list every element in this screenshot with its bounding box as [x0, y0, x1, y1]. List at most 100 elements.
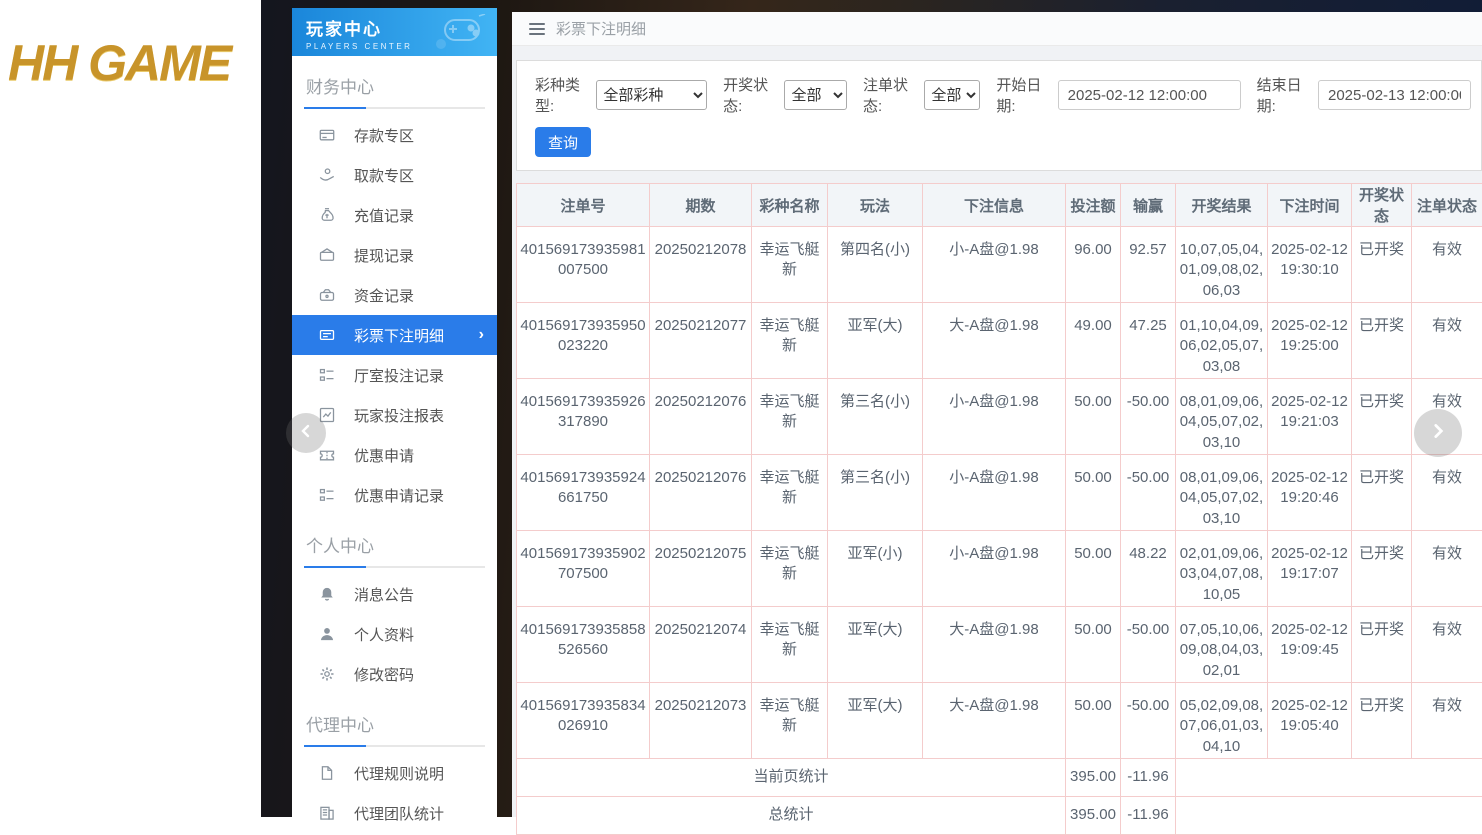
- sidebar-item-withdraw-hand[interactable]: 取款专区: [292, 155, 497, 195]
- content: 彩种类型: 全部彩种 开奖状态: 全部 注单状态: 全部 开始日期: 结束日期:: [512, 46, 1482, 835]
- sidebar-item-doc[interactable]: 代理规则说明: [292, 753, 497, 793]
- sidebar-item-withdrawal-record[interactable]: 提现记录: [292, 235, 497, 275]
- table-row: 40156917393583402691020250212073幸运飞艇新亚军(…: [517, 683, 1482, 759]
- sidebar-item-promo-record[interactable]: 优惠申请记录: [292, 475, 497, 515]
- table-row: 40156917393598100750020250212078幸运飞艇新第四名…: [517, 227, 1482, 303]
- sidebar-item-label: 彩票下注明细: [354, 325, 444, 346]
- cell-lottery-name: 幸运飞艇新: [752, 227, 828, 303]
- bell-icon: [319, 586, 335, 602]
- cell-draw-status: 已开奖: [1352, 379, 1412, 455]
- sidebar-item-lottery-bets[interactable]: 彩票下注明细›: [292, 315, 497, 355]
- recharge-moneybag-icon: [319, 207, 335, 223]
- cell-bet-info: 大-A盘@1.98: [923, 303, 1066, 379]
- main-area: 彩票下注明细 彩种类型: 全部彩种 开奖状态: 全部 注单状态: 全部: [512, 12, 1482, 817]
- hh-game-logo: HH GAME: [8, 34, 230, 92]
- deposit-card-icon: [319, 127, 335, 143]
- section-underline: [304, 745, 485, 747]
- sidebar-item-label: 提现记录: [354, 245, 414, 266]
- table-row: 40156917393590270750020250212075幸运飞艇新亚军(…: [517, 531, 1482, 607]
- column-header: 注单状态: [1412, 184, 1482, 227]
- lottery-type-label: 彩种类型:: [535, 74, 588, 116]
- cell-lottery-name: 幸运飞艇新: [752, 683, 828, 759]
- sidebar-item-deposit-card[interactable]: 存款专区: [292, 115, 497, 155]
- cell-draw-result: 01,10,04,09,06,02,05,07,03,08: [1176, 303, 1268, 379]
- sidebar-section-title: 财务中心: [292, 56, 497, 107]
- sidebar-item-label: 存款专区: [354, 125, 414, 146]
- sidebar-item-hall-bets[interactable]: 厅室投注记录: [292, 355, 497, 395]
- cell-lottery-name: 幸运飞艇新: [752, 379, 828, 455]
- cell-play: 亚军(小): [828, 531, 923, 607]
- cell-bet-time: 2025-02-12 19:30:10: [1268, 227, 1352, 303]
- sidebar-item-team-stats[interactable]: 代理团队统计: [292, 793, 497, 833]
- cell-bet-info: 大-A盘@1.98: [923, 683, 1066, 759]
- query-button[interactable]: 查询: [535, 127, 591, 157]
- chevron-left-icon: [298, 423, 314, 444]
- filter-panel: 彩种类型: 全部彩种 开奖状态: 全部 注单状态: 全部 开始日期: 结束日期:: [516, 60, 1482, 171]
- section-underline: [304, 107, 485, 109]
- sidebar-item-user[interactable]: 个人资料: [292, 614, 497, 654]
- section-underline: [304, 566, 485, 568]
- collapse-sidebar-button[interactable]: [286, 413, 326, 453]
- cell-bet-amount: 50.00: [1066, 683, 1121, 759]
- cell-win-loss: -50.00: [1121, 607, 1176, 683]
- cell-order-status: 有效: [1412, 227, 1482, 303]
- cell-bet-amount: 50.00: [1066, 531, 1121, 607]
- cell-draw-result: 08,01,09,06,04,05,07,02,03,10: [1176, 379, 1268, 455]
- table-row: 40156917393595002322020250212077幸运飞艇新亚军(…: [517, 303, 1482, 379]
- total-summary-bet: 395.00: [1066, 797, 1121, 835]
- sidebar-item-gear[interactable]: 修改密码: [292, 654, 497, 694]
- sidebar-item-recharge-moneybag[interactable]: 充值记录: [292, 195, 497, 235]
- promo-apply-icon: [319, 447, 335, 463]
- cell-bet-info: 大-A盘@1.98: [923, 607, 1066, 683]
- team-stats-icon: [319, 805, 335, 821]
- expand-panel-button[interactable]: [1414, 409, 1462, 457]
- column-header: 开奖结果: [1176, 184, 1268, 227]
- cell-order-no: 401569173935924661750: [517, 455, 650, 531]
- cell-draw-result: 02,01,09,06,03,04,07,08,10,05: [1176, 531, 1268, 607]
- cell-bet-time: 2025-02-12 19:09:45: [1268, 607, 1352, 683]
- cell-period: 20250212076: [650, 455, 752, 531]
- end-date-input[interactable]: [1318, 80, 1471, 110]
- cell-order-no: 401569173935834026910: [517, 683, 650, 759]
- cell-win-loss: 92.57: [1121, 227, 1176, 303]
- column-header: 开奖状态: [1352, 184, 1412, 227]
- cell-bet-time: 2025-02-12 19:20:46: [1268, 455, 1352, 531]
- cell-draw-result: 08,01,09,06,04,05,07,02,03,10: [1176, 455, 1268, 531]
- gear-icon: [319, 666, 335, 682]
- lottery-bets-icon: [319, 327, 335, 343]
- hall-bets-icon: [319, 367, 335, 383]
- table-row: 40156917393592631789020250212076幸运飞艇新第三名…: [517, 379, 1482, 455]
- chevron-right-icon: [1429, 422, 1447, 445]
- column-header: 下注信息: [923, 184, 1066, 227]
- table-row: 40156917393585852656020250212074幸运飞艇新亚军(…: [517, 607, 1482, 683]
- cell-draw-status: 已开奖: [1352, 607, 1412, 683]
- gamepad-icon: [431, 14, 489, 55]
- cell-bet-amount: 49.00: [1066, 303, 1121, 379]
- cell-lottery-name: 幸运飞艇新: [752, 455, 828, 531]
- start-date-input[interactable]: [1058, 80, 1241, 110]
- hamburger-menu-icon[interactable]: [529, 23, 545, 35]
- cell-order-no: 401569173935981007500: [517, 227, 650, 303]
- order-status-select[interactable]: 全部: [924, 80, 980, 110]
- sidebar-item-label: 充值记录: [354, 205, 414, 226]
- column-header: 期数: [650, 184, 752, 227]
- withdraw-hand-icon: [319, 167, 335, 183]
- page-left-area: HH GAME: [0, 0, 261, 817]
- table-header-row: 注单号期数彩种名称玩法下注信息投注额输赢开奖结果下注时间开奖状态注单状态: [517, 184, 1482, 227]
- sidebar-item-label: 个人资料: [354, 624, 414, 645]
- cell-period: 20250212077: [650, 303, 752, 379]
- cell-order-status: 有效: [1412, 303, 1482, 379]
- sidebar-item-bell[interactable]: 消息公告: [292, 574, 497, 614]
- cell-draw-status: 已开奖: [1352, 683, 1412, 759]
- start-date-label: 开始日期:: [996, 74, 1049, 116]
- sidebar-item-funds-record[interactable]: 资金记录: [292, 275, 497, 315]
- cell-period: 20250212076: [650, 379, 752, 455]
- cell-play: 第三名(小): [828, 379, 923, 455]
- cell-bet-time: 2025-02-12 19:17:07: [1268, 531, 1352, 607]
- cell-order-status: 有效: [1412, 607, 1482, 683]
- draw-status-select[interactable]: 全部: [784, 80, 847, 110]
- doc-icon: [319, 765, 335, 781]
- lottery-type-select[interactable]: 全部彩种: [596, 80, 707, 110]
- total-summary-winloss: -11.96: [1121, 797, 1176, 835]
- sidebar: 玩家中心 PLAYERS CENTER 财务中心存款专区取款专区充值记录提现记录…: [292, 8, 497, 817]
